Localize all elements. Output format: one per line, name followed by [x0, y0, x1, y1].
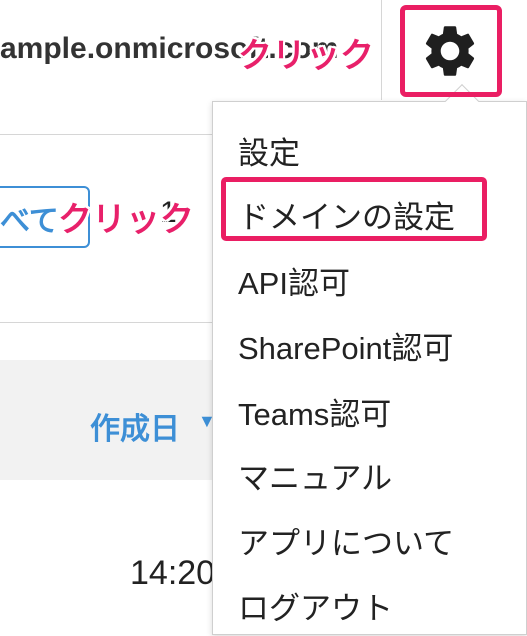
menu-item-api-auth[interactable]: API認可: [238, 258, 350, 303]
column-header-created-at[interactable]: 作成日: [90, 404, 180, 448]
filter-all-label: べて: [0, 205, 59, 238]
click-annotation-domain: クリック: [58, 201, 194, 239]
menu-item-logout[interactable]: ログアウト: [238, 583, 393, 628]
menu-item-teams-auth[interactable]: Teams認可: [238, 389, 391, 434]
menu-item-manual[interactable]: マニュアル: [238, 453, 392, 498]
header-divider: [381, 0, 382, 100]
click-annotation-gear: クリック: [238, 37, 374, 75]
table-cell-time: 14:20: [130, 554, 216, 592]
menu-item-settings[interactable]: 設定: [238, 128, 300, 173]
domain-settings-highlight: [221, 177, 487, 241]
menu-item-sharepoint-auth[interactable]: SharePoint認可: [238, 323, 453, 368]
menu-item-about[interactable]: アプリについて: [238, 518, 454, 563]
gear-icon[interactable]: [419, 20, 481, 82]
